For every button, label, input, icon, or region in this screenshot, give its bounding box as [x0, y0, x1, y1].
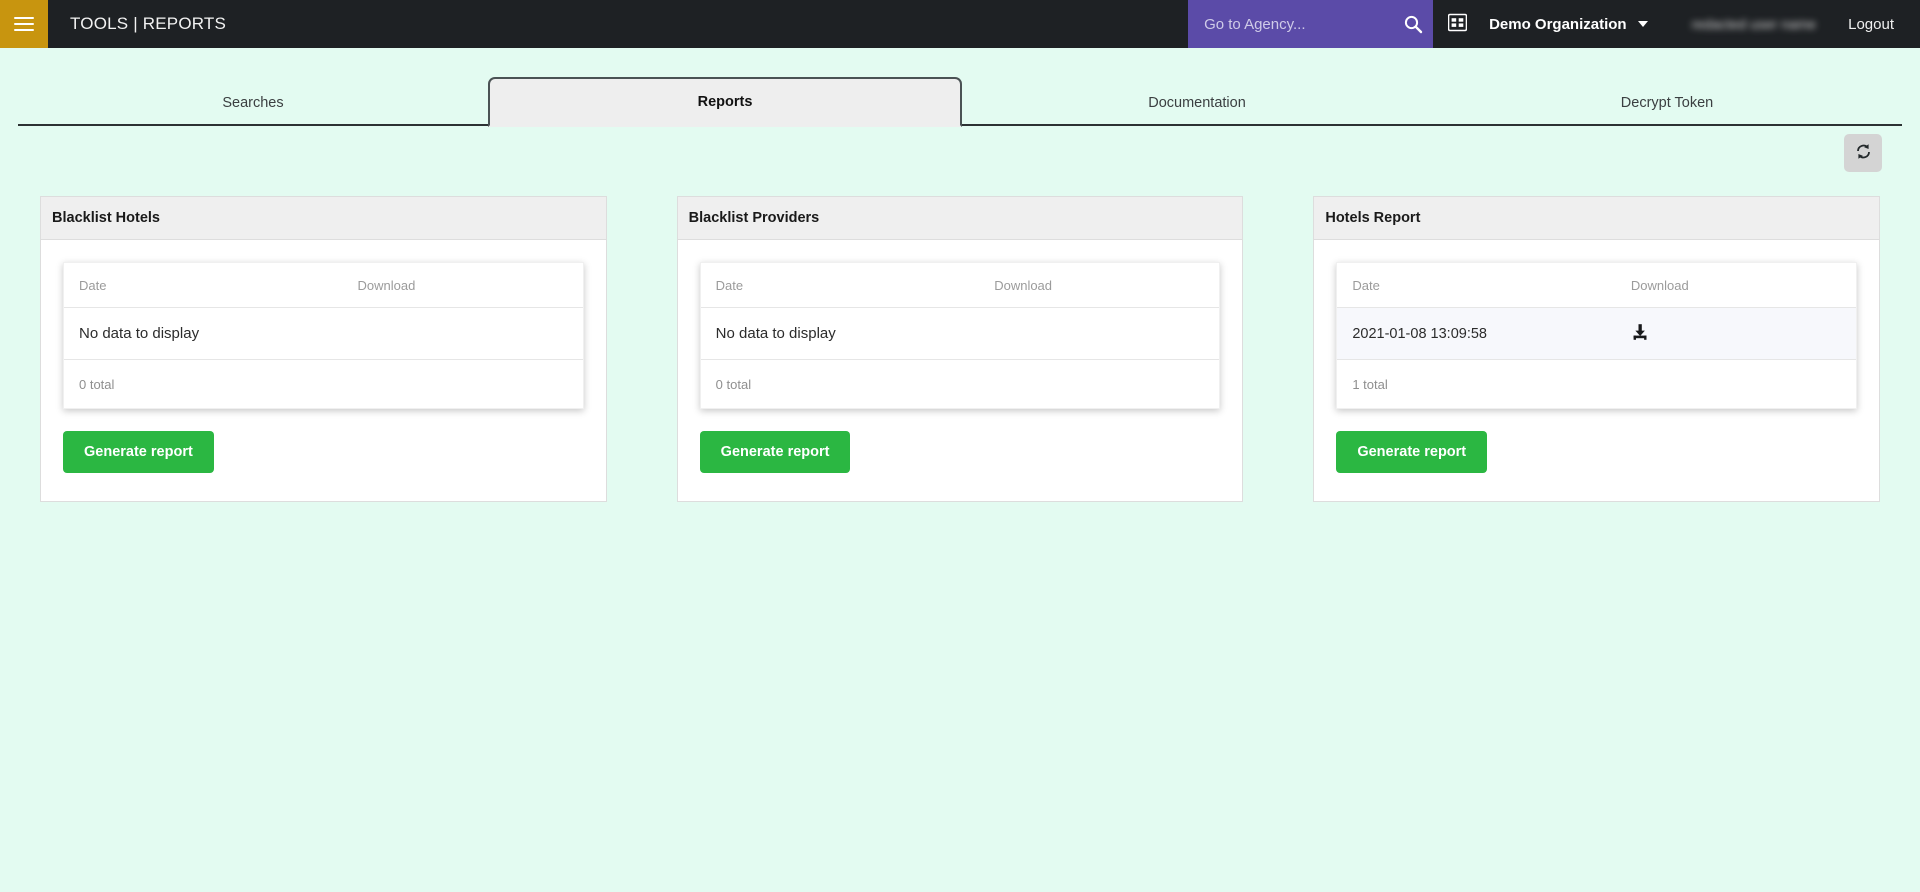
- column-header-date: Date: [715, 277, 744, 293]
- card-body: Date Download No data to display 0 total…: [678, 240, 1243, 501]
- organization-dropdown[interactable]: Demo Organization: [1481, 0, 1666, 48]
- generate-report-button[interactable]: Generate report: [1336, 431, 1488, 473]
- generate-report-button[interactable]: Generate report: [63, 431, 214, 473]
- tab-searches[interactable]: Searches: [18, 95, 488, 125]
- search-input[interactable]: [1204, 15, 1404, 33]
- column-header-date: Date: [79, 277, 107, 293]
- empty-message: No data to display: [79, 325, 200, 342]
- table-header-row: Date Download: [64, 263, 583, 308]
- card-title: Blacklist Hotels: [41, 197, 606, 240]
- reports-table: Date Download No data to display 0 total: [63, 262, 584, 409]
- reports-table: Date Download No data to display 0 total: [699, 262, 1221, 409]
- tab-reports[interactable]: Reports: [488, 77, 962, 127]
- table-empty-row: No data to display: [64, 308, 583, 360]
- navbar-spacer: [226, 0, 1188, 48]
- table-total: 1 total: [1352, 376, 1388, 392]
- reports-card-list: Blacklist Hotels Date Download No data t…: [0, 172, 1920, 502]
- organization-label: Demo Organization: [1489, 15, 1627, 33]
- page-title: TOOLS | REPORTS: [70, 14, 227, 33]
- toolbar: [0, 126, 1920, 172]
- apps-grid-button[interactable]: [1433, 0, 1481, 48]
- tab-decrypt-token[interactable]: Decrypt Token: [1432, 95, 1902, 125]
- table-row[interactable]: 2021-01-08 13:09:58: [1337, 308, 1857, 360]
- reports-table: Date Download 2021-01-08 13:09:58 1 tota…: [1336, 262, 1858, 409]
- column-header-download: Download: [994, 277, 1053, 293]
- grid-apps-icon: [1447, 13, 1467, 35]
- download-icon[interactable]: [1631, 323, 1649, 341]
- tabs-section: Searches Reports Documentation Decrypt T…: [0, 48, 1920, 127]
- column-header-download: Download: [1630, 277, 1689, 293]
- column-header-date: Date: [1352, 277, 1380, 293]
- menu-toggle-button[interactable]: [0, 0, 48, 48]
- column-header-download: Download: [357, 277, 416, 293]
- search-icon[interactable]: [1403, 14, 1423, 34]
- table-header-row: Date Download: [700, 263, 1220, 308]
- user-name-redacted: redacted user name: [1691, 16, 1817, 32]
- top-navbar: TOOLS | REPORTS Demo Organization redact…: [0, 0, 1920, 48]
- report-card-blacklist-hotels: Blacklist Hotels Date Download No data t…: [40, 196, 607, 502]
- empty-message: No data to display: [715, 325, 836, 342]
- cell-download: [1631, 323, 1841, 345]
- table-total: 0 total: [715, 376, 752, 392]
- refresh-button[interactable]: [1844, 134, 1882, 172]
- generate-report-button[interactable]: Generate report: [699, 431, 851, 473]
- cell-date: 2021-01-08 13:09:58: [1352, 325, 1487, 342]
- table-total: 0 total: [79, 376, 115, 392]
- agency-search[interactable]: [1188, 0, 1434, 48]
- card-body: Date Download 2021-01-08 13:09:58 1 tota…: [1314, 240, 1879, 501]
- tab-bar: Searches Reports Documentation Decrypt T…: [18, 74, 1902, 127]
- card-body: Date Download No data to display 0 total…: [41, 240, 606, 501]
- report-card-blacklist-providers: Blacklist Providers Date Download No dat…: [676, 196, 1244, 502]
- card-title: Hotels Report: [1314, 197, 1880, 240]
- hamburger-icon: [14, 13, 34, 35]
- logout-link[interactable]: Logout: [1842, 0, 1920, 48]
- card-title: Blacklist Providers: [677, 197, 1243, 240]
- tab-documentation[interactable]: Documentation: [962, 95, 1432, 125]
- refresh-icon: [1855, 143, 1872, 163]
- table-empty-row: No data to display: [700, 308, 1220, 360]
- caret-down-icon: [1637, 21, 1648, 27]
- table-header-row: Date Download: [1337, 263, 1857, 308]
- report-card-hotels-report: Hotels Report Date Download 2021-01-08 1…: [1313, 196, 1881, 502]
